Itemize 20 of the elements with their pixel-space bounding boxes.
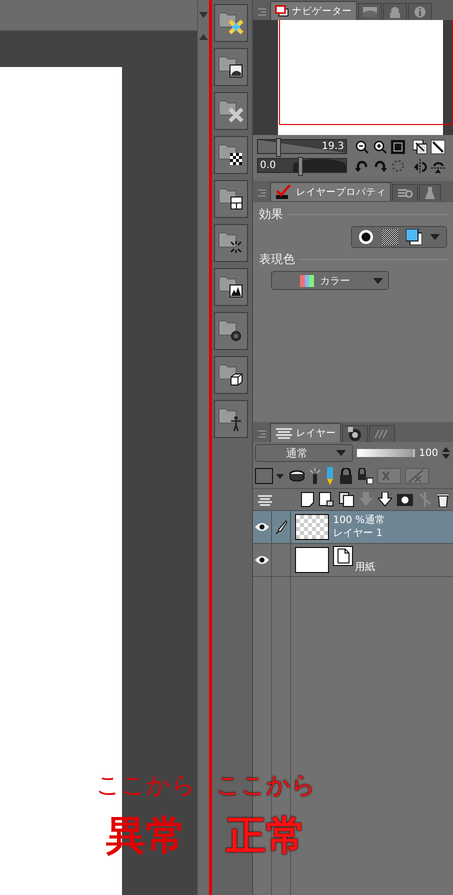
color-mode-dropdown[interactable]: カラー	[270, 271, 389, 290]
layer-row[interactable]: 用紙	[252, 544, 453, 577]
rotation-slider[interactable]: 0.0	[256, 158, 347, 173]
zoom-value: 19.3	[322, 140, 344, 153]
annotation-label: 正常	[226, 812, 306, 861]
annotation-caption: ここから	[96, 770, 196, 800]
section-label: 効果	[258, 206, 283, 223]
layer-name: レイヤー 1	[332, 527, 384, 540]
panel-tab[interactable]: レイヤー	[270, 423, 341, 442]
opacity-value[interactable]: 100	[418, 448, 438, 458]
blend-mode-dropdown[interactable]: 通常	[254, 444, 353, 462]
panel-tab[interactable]: レイヤープロパティ	[270, 182, 391, 201]
layer-name: 用紙	[354, 561, 375, 574]
rotation-value: 0.0	[260, 159, 276, 172]
zoom-slider[interactable]: 19.3	[256, 139, 347, 154]
layer-info: 100 %通常	[332, 514, 385, 527]
section-label: 表現色	[258, 251, 295, 268]
panel-tab[interactable]: ナビゲーター	[270, 1, 357, 20]
layer-row[interactable]: 100 %通常 レイヤー 1	[252, 511, 453, 544]
annotation-caption: ここから	[216, 770, 316, 800]
